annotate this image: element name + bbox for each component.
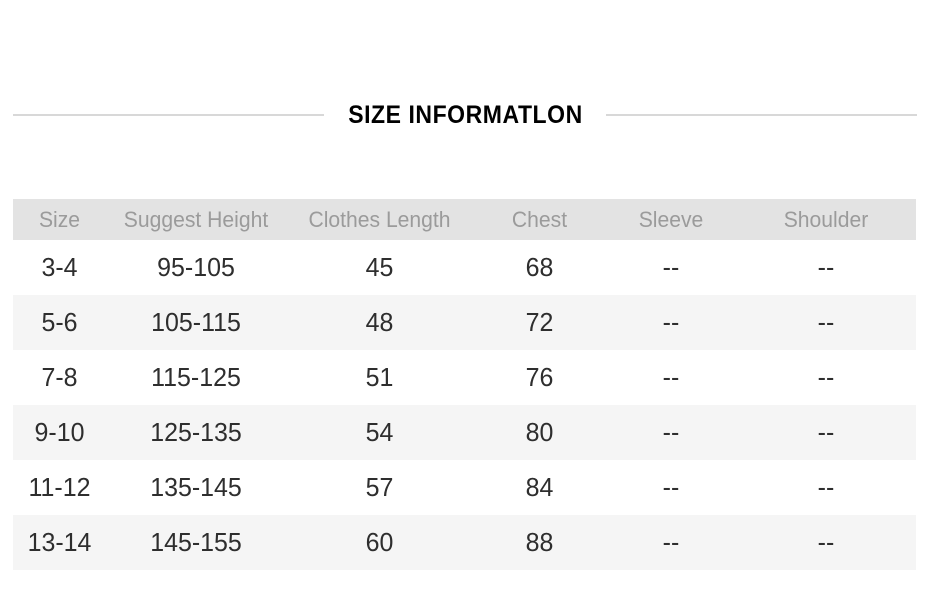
table-row: 3-4 95-105 45 68 -- --	[13, 240, 916, 295]
cell-size: 9-10	[34, 417, 85, 447]
cell-sleeve: --	[662, 307, 680, 337]
cell-height: 145-155	[150, 527, 242, 557]
cell-height: 95-105	[157, 252, 235, 282]
cell-shoulder: --	[817, 362, 835, 392]
title-rule-right	[606, 114, 918, 116]
cell-height: 125-135	[150, 417, 242, 447]
cell-sleeve: --	[662, 472, 680, 502]
table-row: 5-6 105-115 48 72 -- --	[13, 295, 916, 350]
table-row: 9-10 125-135 54 80 -- --	[13, 405, 916, 460]
table-header: Size Suggest Height Clothes Length Chest…	[13, 199, 916, 240]
cell-size: 7-8	[41, 362, 78, 392]
cell-sleeve: --	[662, 362, 680, 392]
column-header-clothes-length: Clothes Length	[308, 206, 451, 232]
cell-shoulder: --	[817, 252, 835, 282]
cell-height: 135-145	[150, 472, 242, 502]
cell-chest: 84	[525, 472, 554, 502]
size-chart-table: Size Suggest Height Clothes Length Chest…	[13, 199, 916, 570]
column-header-suggest-height: Suggest Height	[123, 206, 269, 232]
cell-chest: 88	[525, 527, 554, 557]
cell-sleeve: --	[662, 527, 680, 557]
cell-height: 115-125	[151, 362, 241, 392]
cell-size: 5-6	[41, 307, 78, 337]
section-title: SIZE INFORMATLON	[13, 95, 918, 135]
cell-shoulder: --	[817, 307, 835, 337]
page-title: SIZE INFORMATLON	[347, 100, 583, 129]
cell-length: 48	[365, 307, 394, 337]
table-row: 11-12 135-145 57 84 -- --	[13, 460, 916, 515]
column-header-size: Size	[38, 206, 81, 232]
cell-length: 60	[365, 527, 394, 557]
cell-chest: 80	[525, 417, 554, 447]
column-header-sleeve: Sleeve	[638, 206, 704, 232]
cell-shoulder: --	[817, 527, 835, 557]
cell-chest: 76	[525, 362, 554, 392]
cell-shoulder: --	[817, 472, 835, 502]
cell-size: 11-12	[28, 472, 91, 502]
cell-length: 45	[365, 252, 394, 282]
cell-size: 3-4	[41, 252, 78, 282]
table-row: 13-14 145-155 60 88 -- --	[13, 515, 916, 570]
cell-sleeve: --	[662, 417, 680, 447]
table-header-row: Size Suggest Height Clothes Length Chest…	[13, 199, 916, 240]
cell-length: 57	[365, 472, 394, 502]
cell-height: 105-115	[151, 307, 241, 337]
cell-shoulder: --	[817, 417, 835, 447]
cell-sleeve: --	[662, 252, 680, 282]
column-header-shoulder: Shoulder	[783, 206, 869, 232]
cell-chest: 68	[525, 252, 554, 282]
table-body: 3-4 95-105 45 68 -- -- 5-6 105-115 48 72…	[13, 240, 916, 570]
cell-length: 54	[365, 417, 394, 447]
cell-length: 51	[365, 362, 394, 392]
cell-chest: 72	[525, 307, 554, 337]
column-header-chest: Chest	[511, 206, 568, 232]
size-information-page: SIZE INFORMATLON Size Suggest Height Clo…	[0, 0, 930, 601]
title-rule-left	[13, 114, 324, 116]
cell-size: 13-14	[27, 527, 92, 557]
table-row: 7-8 115-125 51 76 -- --	[13, 350, 916, 405]
